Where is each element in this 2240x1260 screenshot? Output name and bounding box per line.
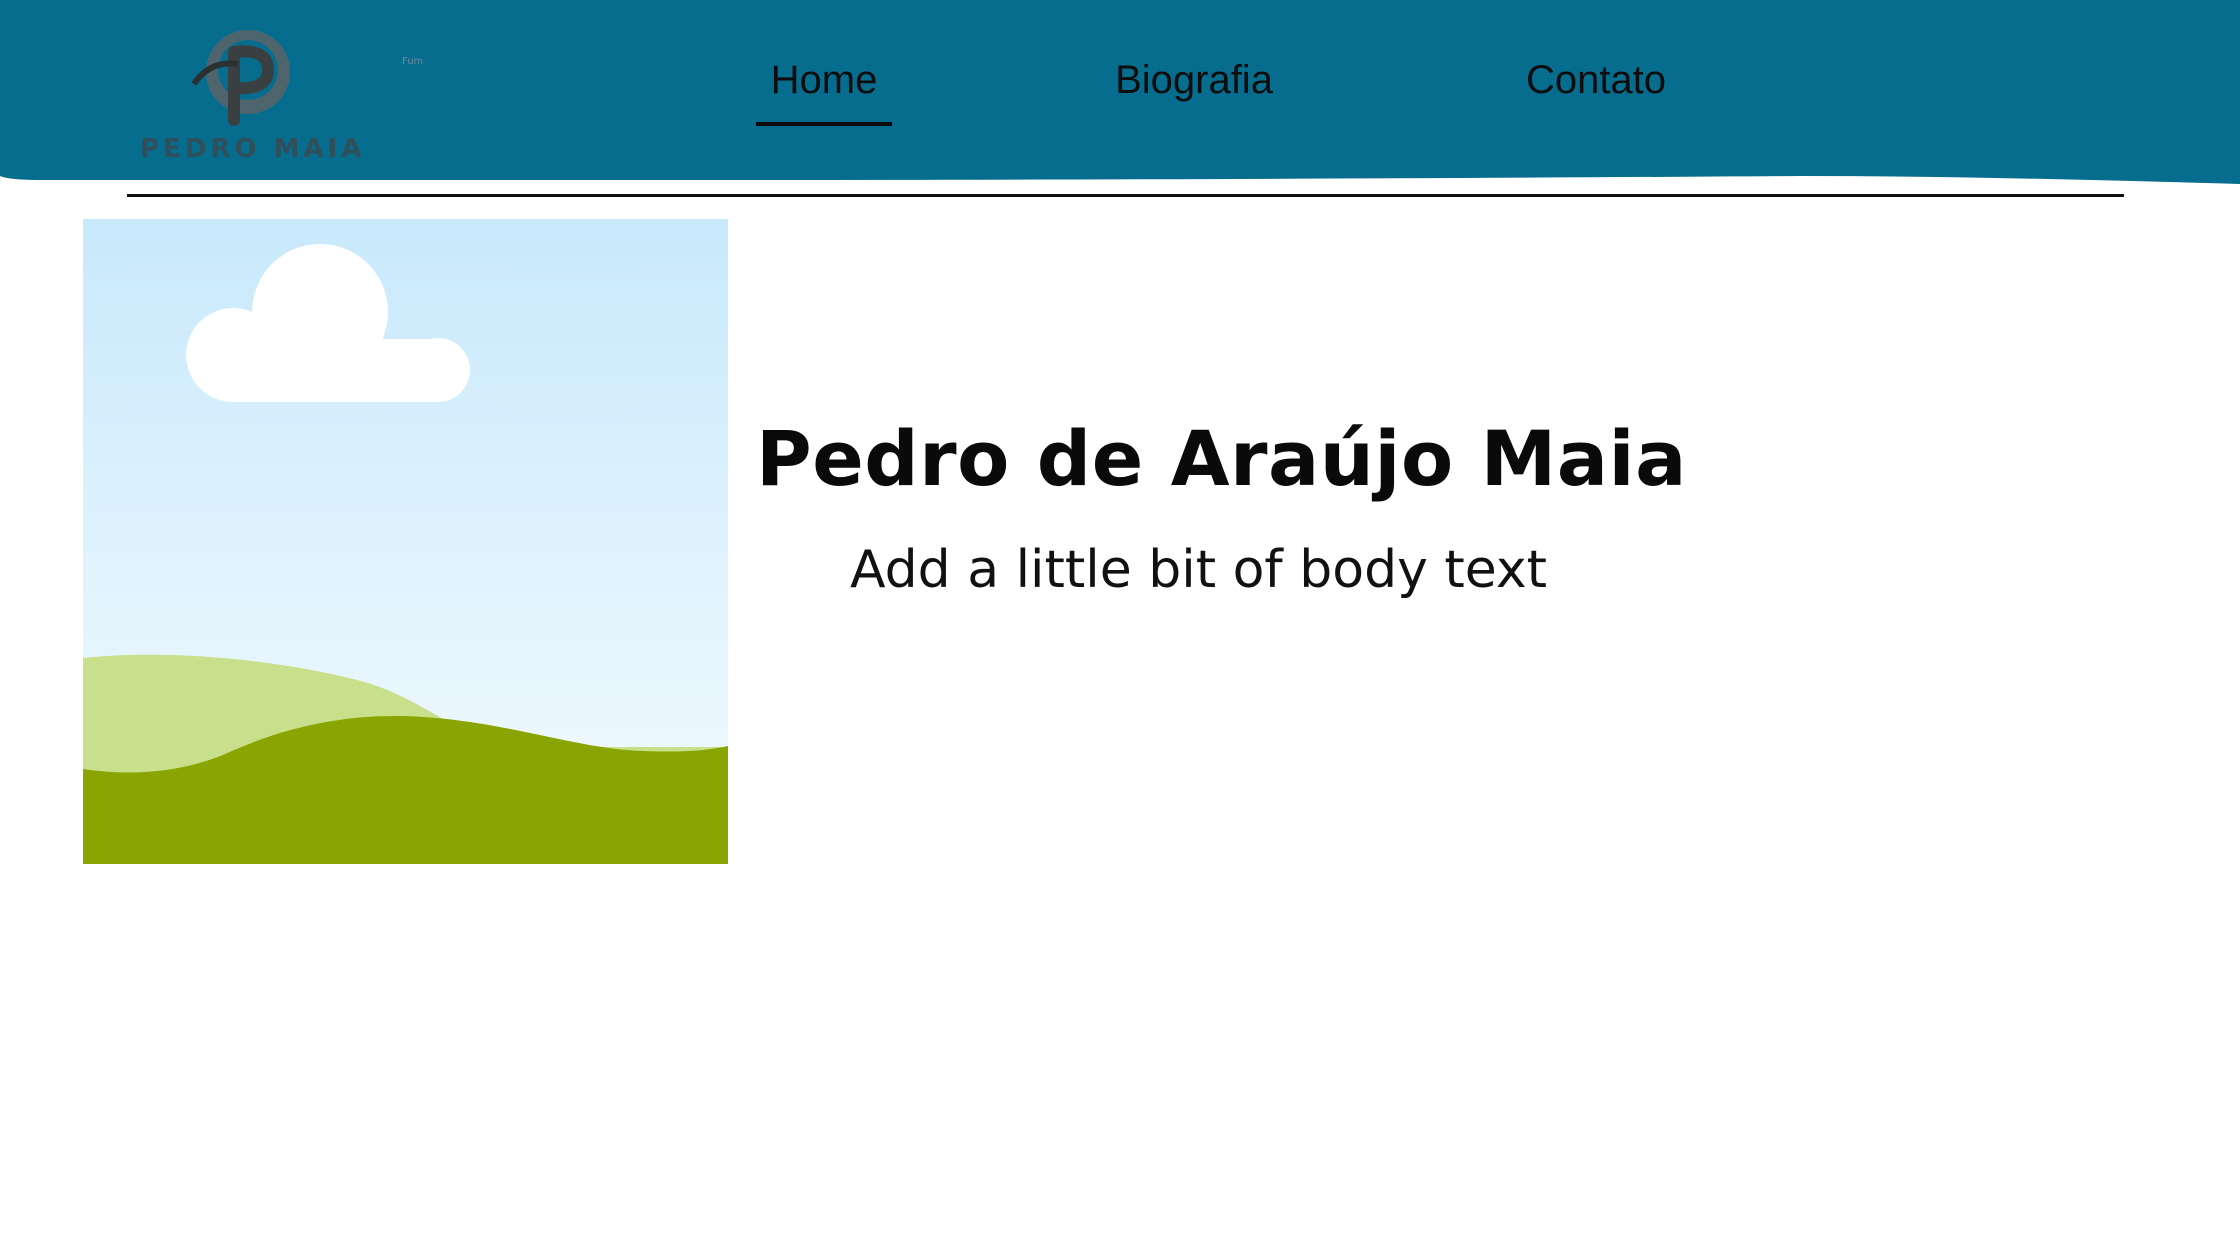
nav-item-biografia-label: Biografia (1115, 58, 1273, 102)
page: Fum .com PEDRO MAIA Home Biografia Conta… (0, 0, 2240, 1260)
nav-item-contato-label: Contato (1525, 58, 1667, 102)
nav-item-biografia[interactable]: Biografia (1094, 52, 1294, 126)
nav-active-underline (756, 122, 892, 126)
nav-item-contato[interactable]: Contato (1496, 52, 1696, 126)
main-nav: Home Biografia Contato (0, 52, 2240, 132)
logo-text: PEDRO MAIA (140, 134, 366, 164)
page-title: Pedro de Araújo Maia (756, 414, 1687, 503)
body-text: Add a little bit of body text (850, 540, 1548, 600)
nav-item-home-label: Home (770, 58, 878, 102)
nav-item-home[interactable]: Home (756, 52, 892, 126)
landscape-placeholder-icon (83, 219, 728, 864)
header-divider (127, 194, 2124, 197)
